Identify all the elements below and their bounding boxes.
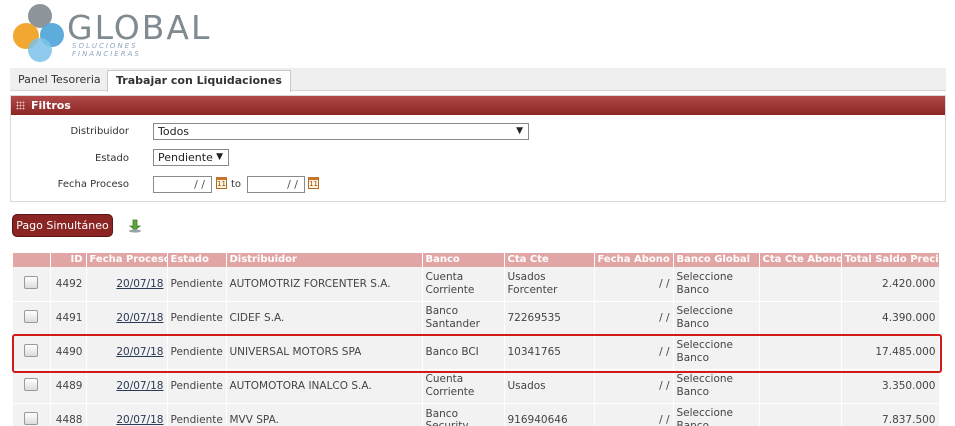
table-row[interactable]: 4489 20/07/18 Pendiente AUTOMOTORA INALC… [13, 369, 940, 404]
fecha-proceso-label: Fecha Proceso [57, 179, 129, 190]
row-fecha-abono[interactable]: / / [594, 369, 674, 404]
row-fecha-link[interactable]: 20/07/18 [86, 403, 168, 426]
row-fecha-abono[interactable]: / / [594, 403, 674, 426]
row-banco-global[interactable]: Seleccione Banco [673, 301, 760, 336]
row-fecha-abono[interactable]: / / [594, 335, 674, 370]
row-total: 17.485.000 [841, 335, 940, 370]
row-fecha-link[interactable]: 20/07/18 [86, 335, 168, 370]
table-row[interactable]: 4490 20/07/18 Pendiente UNIVERSAL MOTORS… [13, 335, 940, 370]
column-header[interactable]: Cta Cte Abono [759, 253, 842, 267]
grip-icon [16, 101, 25, 110]
row-cta-cte-abono[interactable] [759, 335, 842, 370]
row-banco: Cuenta Corriente [422, 369, 505, 404]
row-banco-global[interactable]: Seleccione Banco [673, 267, 760, 302]
row-fecha-link[interactable]: 20/07/18 [86, 369, 168, 404]
tab-bar: Panel Tesoreria Trabajar con Liquidacion… [10, 68, 946, 92]
row-distribuidor: AUTOMOTRIZ FORCENTER S.A. [226, 267, 423, 302]
row-cta-cte: 916940646 [504, 403, 595, 426]
row-fecha-abono[interactable]: / / [594, 267, 674, 302]
row-distribuidor: MVV SPA. [226, 403, 423, 426]
calendar-icon[interactable]: 11 [216, 177, 227, 189]
row-estado: Pendiente [167, 267, 227, 302]
column-header[interactable]: Total Saldo Precio [841, 253, 940, 267]
row-distribuidor: AUTOMOTORA INALCO S.A. [226, 369, 423, 404]
row-checkbox[interactable] [24, 310, 39, 323]
filters-panel: Filtros Distribuidor Todos ▼ Estado Pend… [10, 95, 946, 202]
row-id: 4492 [50, 267, 87, 302]
row-id: 4491 [50, 301, 87, 336]
row-cta-cte: 10341765 [504, 335, 595, 370]
row-fecha-link[interactable]: 20/07/18 [86, 267, 168, 302]
row-estado: Pendiente [167, 301, 227, 336]
row-total: 4.390.000 [841, 301, 940, 336]
column-header[interactable]: Cta Cte [504, 253, 595, 267]
tab-panel-tesoreria[interactable]: Panel Tesoreria [10, 70, 110, 91]
row-banco-global[interactable]: Seleccione Banco [673, 335, 760, 370]
logo-mark-icon [13, 4, 64, 62]
filters-title: Filtros [31, 99, 71, 112]
filters-header[interactable]: Filtros [11, 96, 945, 115]
column-header[interactable]: Banco Global [673, 253, 760, 267]
row-banco: Cuenta Corriente [422, 267, 505, 302]
row-fecha-abono[interactable]: / / [594, 301, 674, 336]
row-cta-cte-abono[interactable] [759, 301, 842, 336]
fecha-from-input[interactable]: / / [153, 176, 212, 193]
calendar-icon[interactable]: 11 [308, 177, 319, 189]
row-banco: Banco Santander [422, 301, 505, 336]
distribuidor-select[interactable]: Todos ▼ [153, 123, 529, 140]
row-checkbox[interactable] [24, 378, 39, 391]
table-row[interactable]: 4488 20/07/18 Pendiente MVV SPA. Banco S… [13, 403, 940, 426]
column-header[interactable]: ID [50, 253, 87, 267]
row-checkbox[interactable] [24, 412, 39, 425]
distribuidor-value: Todos [158, 125, 190, 138]
row-id: 4490 [50, 335, 87, 370]
table-row[interactable]: 4491 20/07/18 Pendiente CIDEF S.A. Banco… [13, 301, 940, 336]
row-fecha-link[interactable]: 20/07/18 [86, 301, 168, 336]
row-checkbox[interactable] [24, 275, 39, 289]
row-estado: Pendiente [167, 369, 227, 404]
row-distribuidor: UNIVERSAL MOTORS SPA [226, 335, 423, 370]
row-banco-global[interactable]: Seleccione Banco [673, 403, 760, 426]
export-icon[interactable] [127, 217, 143, 233]
row-estado: Pendiente [167, 403, 227, 426]
chevron-down-icon: ▼ [516, 126, 523, 136]
chevron-down-icon: ▼ [216, 152, 223, 162]
column-header[interactable]: Estado [167, 253, 227, 267]
column-header-select [13, 253, 51, 267]
row-cta-cte: 72269535 [504, 301, 595, 336]
row-checkbox[interactable] [24, 344, 39, 357]
pago-simultaneo-button[interactable]: Pago Simultáneo [12, 214, 113, 237]
estado-label: Estado [94, 153, 129, 164]
global-logo: GLOBAL SOLUCIONES FINANCIERAS [10, 2, 210, 66]
row-cta-cte-abono[interactable] [759, 369, 842, 404]
row-banco-global[interactable]: Seleccione Banco [673, 369, 760, 404]
liquidaciones-table: ID Fecha Proceso Estado Distribuidor Ban… [13, 253, 940, 426]
row-total: 2.420.000 [841, 267, 940, 302]
to-label: to [231, 179, 242, 190]
logo-subtitle: SOLUCIONES FINANCIERAS [72, 42, 141, 58]
row-banco: Banco Security [422, 403, 505, 426]
column-header[interactable]: Fecha Proceso [86, 253, 168, 267]
estado-select[interactable]: Pendiente ▼ [153, 149, 229, 166]
fecha-to-input[interactable]: / / [247, 176, 305, 193]
row-id: 4489 [50, 369, 87, 404]
distribuidor-label: Distribuidor [70, 126, 129, 137]
row-total: 7.837.500 [841, 403, 940, 426]
tab-trabajar-con-liquidaciones[interactable]: Trabajar con Liquidaciones [107, 70, 291, 92]
row-cta-cte: Usados Forcenter [504, 267, 595, 302]
row-estado: Pendiente [167, 335, 227, 370]
column-header[interactable]: Banco [422, 253, 505, 267]
row-cta-cte: Usados [504, 369, 595, 404]
row-distribuidor: CIDEF S.A. [226, 301, 423, 336]
row-id: 4488 [50, 403, 87, 426]
estado-value: Pendiente [158, 151, 213, 164]
row-total: 3.350.000 [841, 369, 940, 404]
column-header[interactable]: Fecha Abono [594, 253, 674, 267]
column-header[interactable]: Distribuidor [226, 253, 423, 267]
table-header-row: ID Fecha Proceso Estado Distribuidor Ban… [13, 253, 940, 267]
row-banco: Banco BCI [422, 335, 505, 370]
table-row[interactable]: 4492 20/07/18 Pendiente AUTOMOTRIZ FORCE… [13, 267, 940, 302]
row-cta-cte-abono[interactable] [759, 403, 842, 426]
row-cta-cte-abono[interactable] [759, 267, 842, 302]
